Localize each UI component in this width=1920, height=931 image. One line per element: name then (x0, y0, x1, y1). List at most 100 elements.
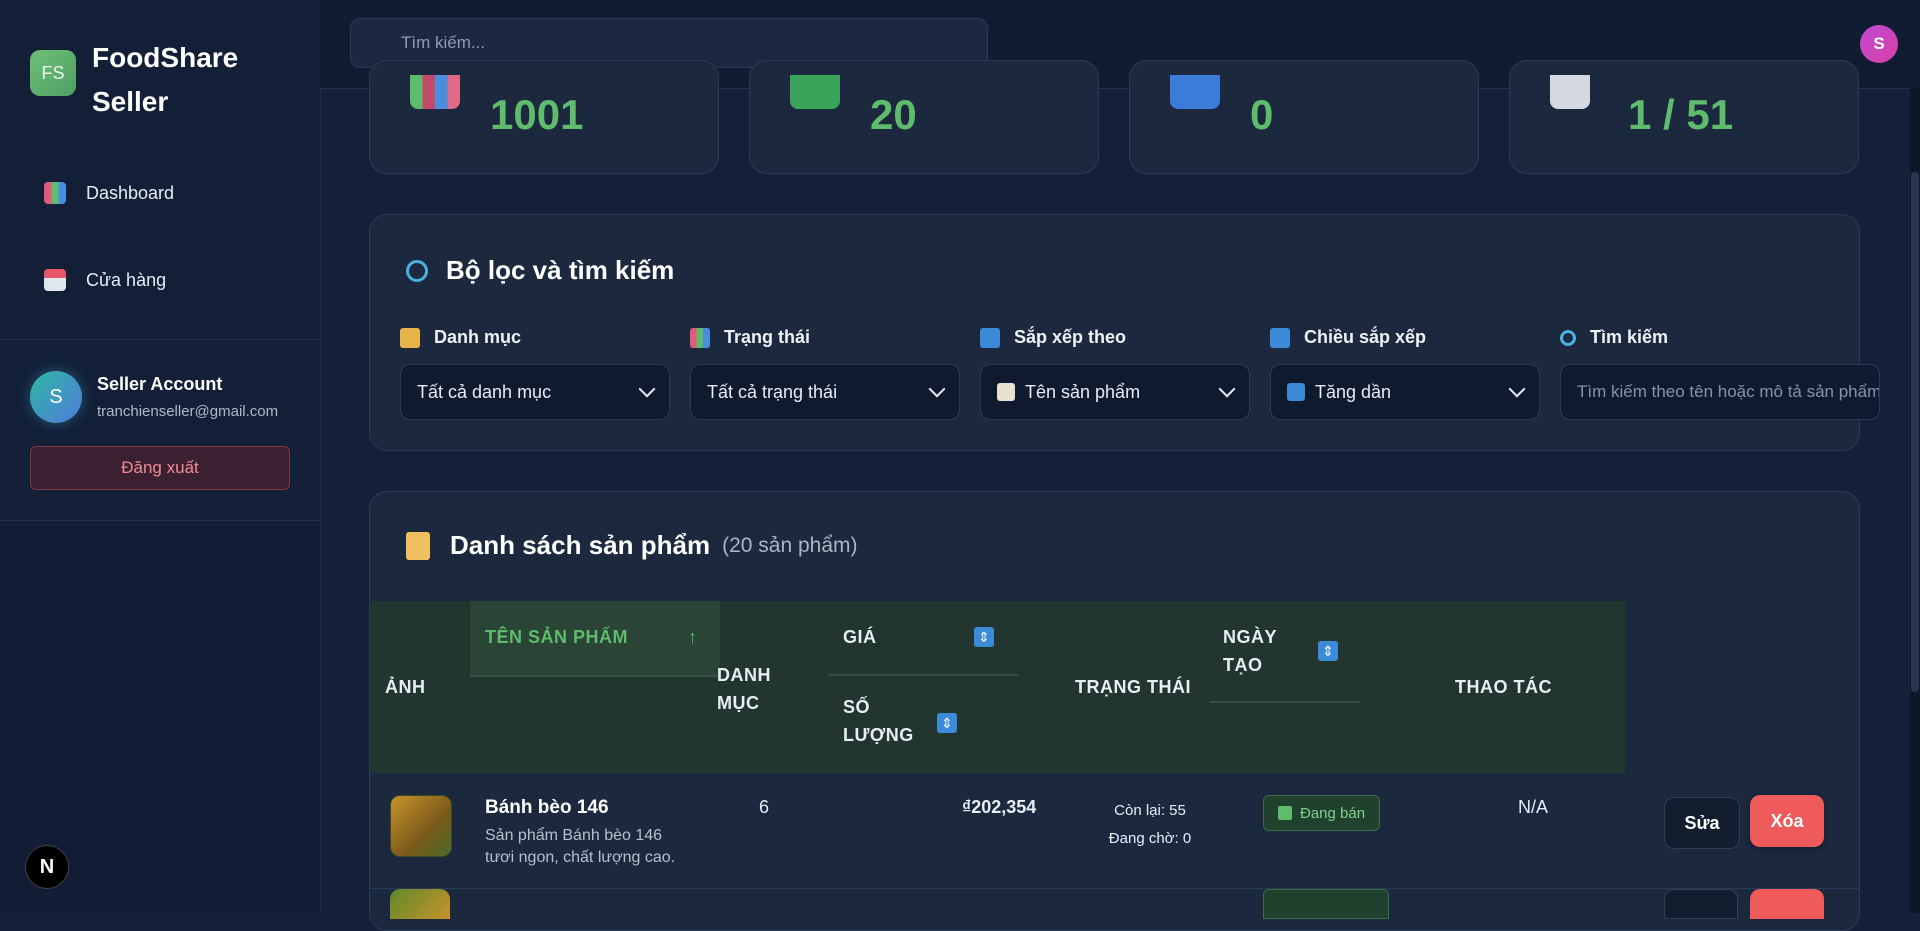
product-description: Sản phẩm Bánh bèo 146 tươi ngon, chất lư… (485, 827, 676, 866)
stat-value: 1 / 51 (1628, 91, 1734, 138)
product-list-title-text: Danh sách sản phẩm (450, 530, 711, 560)
sort-by-label: Sắp xếp theo (980, 327, 1250, 348)
delete-button[interactable] (1750, 889, 1824, 919)
edit-button[interactable]: Sửa (1664, 797, 1740, 849)
divider (1210, 701, 1360, 703)
books-icon (410, 75, 460, 109)
product-image (390, 795, 452, 857)
stat-value: 0 (1250, 91, 1274, 138)
select-value: Tất cả danh mục (417, 381, 552, 402)
table-row: Bánh bèo 146 Sản phẩm Bánh bèo 146 tươi … (370, 773, 1859, 889)
product-list-title: Danh sách sản phẩm (20 sản phẩm) (406, 530, 857, 561)
chevron-down-icon (1218, 380, 1236, 398)
filter-title: Bộ lọc và tìm kiếm (406, 255, 674, 286)
product-price: ₫202,354 (962, 797, 1037, 817)
column-name[interactable]: TÊN SẢN PHẨM (485, 623, 628, 651)
nextjs-devtools-button[interactable]: N (25, 845, 69, 889)
stock-remaining: Còn lại: 55 (1114, 802, 1186, 819)
chevron-down-icon (638, 380, 656, 398)
brand-name: FoodShare Seller (92, 42, 239, 117)
label-text: Tìm kiếm (1590, 327, 1669, 347)
check-icon (1278, 806, 1292, 820)
filter-title-text: Bộ lọc và tìm kiếm (446, 255, 675, 285)
sort-by-filter: Sắp xếp theo Tên sản phẩm (980, 327, 1250, 420)
edit-button[interactable] (1664, 889, 1738, 919)
column-created[interactable]: NGÀY TẠO (1223, 623, 1293, 679)
chevron-down-icon (928, 380, 946, 398)
product-category: 6 (759, 797, 770, 817)
check-icon (790, 75, 840, 109)
delete-button[interactable]: Xóa (1750, 795, 1824, 847)
status-filter: Trạng thái Tất cả trạng thái (690, 327, 960, 420)
column-image: ẢNH (385, 677, 426, 697)
status-badge (1263, 889, 1389, 919)
select-value: Tất cả trạng thái (707, 381, 838, 402)
column-quantity[interactable]: SỐ LƯỢNG (843, 693, 923, 749)
user-avatar[interactable]: S (1860, 25, 1898, 63)
sidebar-top: FS FoodShare Seller Dashboard Cửa hàng S… (0, 0, 320, 521)
sidebar: FS FoodShare Seller Dashboard Cửa hàng S… (0, 0, 321, 913)
sidebar-item-label: Dashboard (86, 182, 175, 203)
refresh-icon (980, 327, 1000, 348)
keyword-filter: Tìm kiếm Tìm kiếm theo tên hoặc mô tả sả… (1560, 327, 1880, 420)
label-text: Chiều sắp xếp (1304, 327, 1427, 347)
category-label: Danh mục (400, 327, 670, 348)
chevron-down-icon (1508, 380, 1526, 398)
status-label: Trạng thái (690, 327, 960, 348)
scrollbar-thumb[interactable] (1911, 172, 1919, 692)
brand-logo: FS (30, 50, 76, 96)
label-text: Trạng thái (724, 327, 811, 347)
sort-asc-icon[interactable]: ↑ (688, 623, 698, 651)
sort-toggle-icon[interactable]: ⇕ (1318, 641, 1338, 661)
status-badge: Đang bán (1263, 795, 1381, 831)
keyword-label: Tìm kiếm (1560, 327, 1880, 348)
stat-card-active: 20 (749, 60, 1099, 174)
avatar: S (30, 371, 82, 423)
product-name: Bánh bèo 146 (485, 797, 609, 818)
product-stock: Còn lại: 55 Đang chờ: 0 (1090, 797, 1210, 853)
divider (0, 339, 320, 340)
label-text: Sắp xếp theo (1014, 327, 1127, 347)
clipboard-icon (406, 531, 430, 560)
sort-direction-label: Chiều sắp xếp (1270, 327, 1540, 348)
select-value: Tên sản phẩm (1025, 381, 1141, 402)
category-select[interactable]: Tất cả danh mục (400, 364, 670, 420)
product-search-input[interactable]: Tìm kiếm theo tên hoặc mô tả sản phẩm... (1560, 364, 1880, 420)
sidebar-item-dashboard[interactable]: Dashboard (44, 182, 174, 204)
column-status[interactable]: TRẠNG THÁI (1075, 673, 1191, 701)
tag-icon (400, 327, 420, 348)
column-actions: THAO TÁC (1455, 677, 1552, 697)
stat-value: 20 (870, 91, 917, 138)
account-info: S Seller Account tranchienseller@gmail.c… (30, 371, 278, 423)
bar-chart-icon (44, 182, 66, 204)
up-down-arrow-icon (1270, 327, 1290, 348)
store-icon (44, 269, 66, 291)
sidebar-item-store[interactable]: Cửa hàng (44, 269, 166, 291)
sort-toggle-icon[interactable]: ⇕ (937, 713, 957, 733)
sort-direction-filter: Chiều sắp xếp Tăng dần (1270, 327, 1540, 420)
table-header: ẢNH TÊN SẢN PHẨM ↑ DANH MỤC GIÁ ⇕ SỐ LƯỢ… (370, 601, 1625, 773)
account-email: tranchienseller@gmail.com (97, 403, 279, 420)
status-select[interactable]: Tất cả trạng thái (690, 364, 960, 420)
category-filter: Danh mục Tất cả danh mục (400, 327, 670, 420)
sort-by-select[interactable]: Tên sản phẩm (980, 364, 1250, 420)
pause-icon (1170, 75, 1220, 109)
magnifier-icon (406, 259, 428, 282)
product-image (390, 889, 450, 919)
divider (828, 674, 1018, 676)
up-arrow-icon (1287, 383, 1305, 401)
memo-icon (997, 383, 1015, 401)
stat-card-total: 1001 (369, 60, 719, 174)
column-price[interactable]: GIÁ (843, 623, 877, 651)
logout-button[interactable]: Đăng xuất (30, 446, 290, 490)
status-text: Đang bán (1300, 804, 1366, 822)
filter-panel: Bộ lọc và tìm kiếm Danh mục Tất cả danh … (369, 214, 1880, 451)
brand[interactable]: FS FoodShare Seller (30, 36, 252, 124)
sort-direction-select[interactable]: Tăng dần (1270, 364, 1540, 420)
column-category[interactable]: DANH MỤC (717, 661, 787, 717)
magnifier-icon (1560, 329, 1576, 346)
product-list-panel: Danh sách sản phẩm (20 sản phẩm) ẢNH TÊN… (369, 491, 1860, 931)
select-value: Tăng dần (1315, 381, 1392, 402)
stock-pending: Đang chờ: 0 (1108, 830, 1192, 847)
sort-toggle-icon[interactable]: ⇕ (974, 627, 994, 647)
